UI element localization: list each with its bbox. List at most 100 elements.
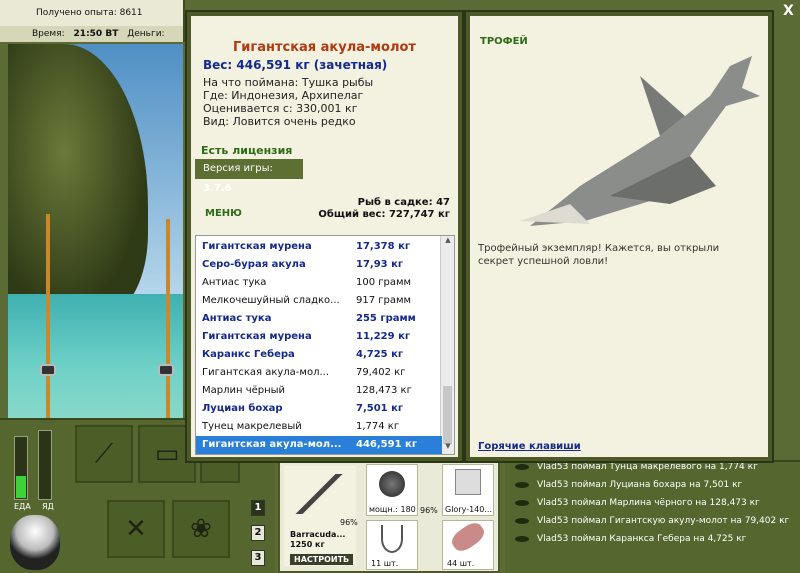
fish-location: Где: Индонезия, Архипелаг [203, 89, 364, 102]
log-line: Vlad53 поймал Гигантскую акулу-молот на … [515, 516, 789, 526]
bait-slot[interactable]: 44 шт. [442, 519, 494, 570]
bait-fish-icon [448, 519, 488, 555]
time-label: Время: [32, 29, 65, 39]
catch-fish-weight: 79,402 кг [356, 367, 406, 378]
line-slot[interactable]: Glory-140... [442, 464, 494, 516]
rod-icon [290, 474, 350, 514]
time-value: 21:50 ВТ [73, 29, 119, 39]
catch-list-row[interactable]: Антиас тука 255 грамм [196, 310, 442, 328]
catch-list-row[interactable]: Гигантская мурена 11,229 кг [196, 328, 442, 346]
reel-percent: 96% [420, 506, 438, 515]
poison-meter [38, 430, 52, 500]
time-money-row: Время: 21:50 ВТ Деньги: 3 [0, 26, 183, 55]
catch-fish-weight: 7,501 кг [356, 403, 404, 414]
line-label: Glory-140... [445, 505, 492, 514]
food-icon[interactable]: ✕ [107, 500, 165, 558]
catch-list[interactable]: ▲ ▼ Гигантская мурена 17,378 кг Серо-бурая… [195, 235, 455, 455]
hook-icon [381, 525, 403, 553]
catch-list-row[interactable]: Гигантская акула-мол... 446,591 кг [196, 436, 442, 454]
catch-fish-weight: 17,378 кг [356, 241, 411, 252]
catch-list-row[interactable]: Гигантская мурена 17,378 кг [196, 238, 442, 256]
rod-name: Barracuda... [290, 530, 346, 539]
fish-icon [515, 518, 529, 524]
food-meter [14, 436, 28, 500]
food-label: ЕДА [14, 502, 31, 511]
page-1-button[interactable]: 1 [251, 500, 265, 516]
rods-icon[interactable]: ⟋ [75, 425, 133, 483]
keepnet-total-weight: Общий вес: 727,747 кг [318, 209, 450, 220]
catch-fish-name: Антиас тука [202, 277, 267, 288]
hotkeys-link[interactable]: Горячие клавиши [478, 441, 581, 452]
fish-icon[interactable]: ❀ [172, 500, 230, 558]
page-3-button[interactable]: 3 [251, 550, 265, 566]
catch-fish-name: Тунец макрелевый [202, 421, 302, 432]
fish-icon [515, 464, 529, 470]
log-line: Vlad53 поймал Тунца макрелевого на 1,774… [515, 462, 758, 472]
catch-list-row[interactable]: Гигантская акула-мол... 79,402 кг [196, 364, 442, 382]
fish-icon [515, 536, 529, 542]
reel-label: мощн.: 180 [369, 505, 416, 514]
hook-slot[interactable]: 11 шт. [366, 520, 418, 570]
catch-fish-weight: 917 грамм [356, 295, 412, 306]
reel-right-icon [158, 364, 174, 376]
food-meter-fill [16, 476, 26, 498]
scroll-down-icon[interactable]: ▼ [441, 442, 455, 454]
catch-list-row[interactable]: Мелкочешуйный сладко... 917 грамм [196, 292, 442, 310]
catch-list-row[interactable]: Марлин чёрный 128,473 кг [196, 382, 442, 400]
menu-link[interactable]: МЕНЮ [205, 208, 242, 219]
scrollbar-thumb[interactable] [443, 386, 452, 444]
catch-fish-name: Луциан бохар [202, 403, 283, 414]
cauldron-icon[interactable] [10, 515, 60, 570]
sea [8, 294, 183, 418]
catch-fish-name: Гигантская акула-мол... [202, 439, 342, 450]
money-label: Деньги: [127, 29, 165, 39]
catch-fish-weight: 4,725 кг [356, 349, 404, 360]
game-version: Версия игры: 3.7.6 [195, 159, 303, 194]
page-2-button[interactable]: 2 [251, 525, 265, 541]
scrollbar[interactable]: ▲ ▼ [440, 236, 454, 454]
catch-fish-name: Каранкс Гебера [202, 349, 295, 360]
catch-fish-weight: 100 грамм [356, 277, 412, 288]
xp-label: Получено опыта: 8611 [36, 8, 143, 18]
rod-percent: 96% [340, 518, 358, 527]
catch-fish-weight: 17,93 кг [356, 259, 404, 270]
fishing-scene[interactable] [8, 44, 183, 418]
catch-list-row[interactable]: Луциан бохар 7,501 кг [196, 400, 442, 418]
fish-frequency: Вид: Ловится очень редко [203, 115, 356, 128]
hooks-count: 11 шт. [371, 559, 399, 568]
trophy-panel: ТРОФЕЙ Трофейный экземпляр! Кажется, вы … [464, 10, 774, 463]
setup-button[interactable]: НАСТРОИТЬ [290, 554, 354, 565]
log-line: Vlad53 поймал Марлина чёрного на 128,473… [515, 498, 760, 508]
fishing-rod-right[interactable] [166, 219, 170, 418]
reel-icon [379, 471, 405, 497]
reel-slot[interactable]: мощн.: 180 [366, 464, 418, 516]
bait-count: 44 шт. [447, 559, 475, 568]
rod-slot[interactable]: 96% Barracuda... 1250 кг НАСТРОИТЬ [284, 466, 358, 566]
catch-fish-weight: 255 грамм [356, 313, 416, 324]
license-status: Есть лицензия [201, 144, 293, 157]
scroll-up-icon[interactable]: ▲ [441, 236, 455, 248]
catch-info-panel: Гигантская акула-молот Вес: 446,591 кг (… [185, 10, 464, 463]
poison-label: ЯД [42, 502, 54, 511]
fish-icon [515, 500, 529, 506]
line-spool-icon [455, 469, 481, 495]
catch-fish-name: Гигантская мурена [202, 331, 312, 342]
catch-fish-name: Серо-бурая акула [202, 259, 306, 270]
catch-list-row[interactable]: Каранкс Гебера 4,725 кг [196, 346, 442, 364]
keepnet-count: Рыб в садке: 47 [357, 197, 450, 208]
catch-fish-weight: 446,591 кг [356, 439, 418, 450]
log-line: Vlad53 поймал Луциана бохара на 7,501 кг [515, 480, 742, 490]
catch-list-row[interactable]: Тунец макрелевый 1,774 кг [196, 418, 442, 436]
fishing-rod-left[interactable] [46, 214, 50, 418]
status-bar: Получено опыта: 8611 Время: 21:50 ВТ Ден… [0, 0, 185, 55]
rod-test: 1250 кг [290, 540, 325, 549]
catch-fish-name: Гигантская акула-мол... [202, 367, 330, 378]
catch-fish-name: Марлин чёрный [202, 385, 286, 396]
close-icon[interactable]: X [783, 3, 794, 19]
catch-fish-name: Мелкочешуйный сладко... [202, 295, 340, 306]
fish-icon [515, 482, 529, 488]
catch-list-row[interactable]: Антиас тука 100 грамм [196, 274, 442, 292]
catch-fish-name: Антиас тука [202, 313, 272, 324]
catch-list-row[interactable]: Серо-бурая акула 17,93 кг [196, 256, 442, 274]
catch-fish-name: Гигантская мурена [202, 241, 312, 252]
